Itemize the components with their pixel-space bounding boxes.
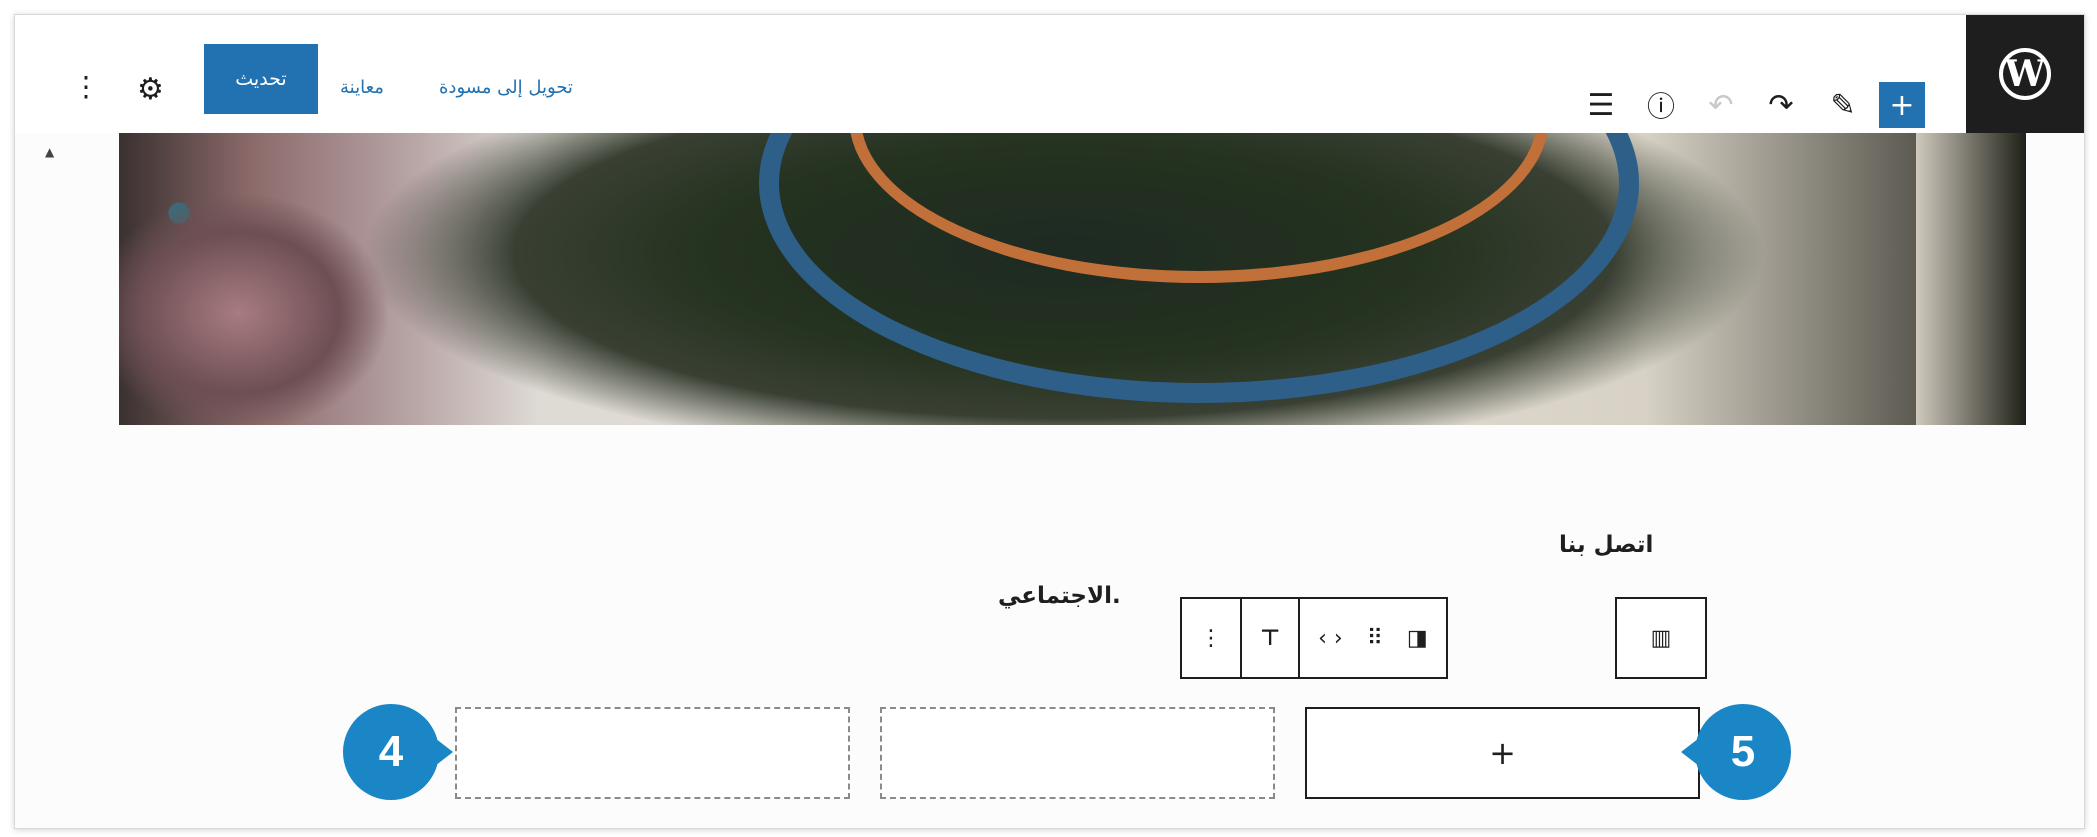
list-view-icon[interactable]: ☰ [1578, 82, 1624, 128]
cover-image[interactable] [119, 133, 2026, 425]
column-add-block-button[interactable]: + [1305, 707, 1700, 799]
align-top-icon[interactable]: ⊤ [1260, 626, 1280, 651]
add-block-button[interactable]: + [1879, 82, 1925, 128]
callout-4-number: 4 [343, 704, 439, 800]
settings-gear-icon[interactable]: ⚙ [137, 72, 164, 107]
details-info-icon[interactable]: ⓘ [1638, 82, 1684, 128]
preview-link[interactable]: معاينة [340, 77, 384, 98]
cover-image-plant [119, 133, 439, 425]
editor-window: W + ✎ ↷ ↶ ⓘ ☰ تحويل إلى مسودة معاينة تحد… [14, 14, 2085, 829]
block-toolbar-move-group: ‹ › ⠿ ◨ [1300, 599, 1446, 677]
cover-image-shadow [1916, 133, 2026, 425]
column-placeholder-middle[interactable] [880, 707, 1275, 799]
update-button[interactable]: تحديث [204, 44, 318, 114]
scroll-up-arrow-icon[interactable]: ▲ [45, 145, 54, 159]
callout-5-number: 5 [1695, 704, 1791, 800]
redo-icon[interactable]: ↷ [1758, 82, 1804, 128]
options-kebab-icon[interactable]: ⋮ [72, 70, 100, 103]
contact-paragraph[interactable]: الاجتماعي. [998, 583, 1121, 609]
block-toolbar-align-group: ⊤ [1242, 599, 1301, 677]
contact-heading[interactable]: اتصل بنا [1559, 532, 1653, 558]
contact-paragraph-visible: الاجتماعي. [998, 583, 1121, 609]
callout-4: 4 [343, 704, 453, 800]
block-toolbar: ⋮ ⊤ ‹ › ⠿ ◨ [1180, 597, 1448, 679]
switch-to-draft-link[interactable]: تحويل إلى مسودة [439, 77, 573, 98]
wordpress-logo-icon[interactable]: W [1966, 15, 2084, 133]
columns-block-icon[interactable]: ▥ [1615, 597, 1707, 679]
drag-handle-icon[interactable]: ⠿ [1367, 626, 1383, 651]
move-arrows-icon[interactable]: ‹ › [1318, 626, 1343, 651]
callout-5: 5 [1681, 704, 1791, 800]
undo-icon[interactable]: ↶ [1698, 82, 1744, 128]
editor-top-toolbar: W + ✎ ↷ ↶ ⓘ ☰ تحويل إلى مسودة معاينة تحد… [15, 15, 2084, 133]
column-placeholder-left[interactable] [455, 707, 850, 799]
more-options-icon[interactable]: ⋮ [1200, 626, 1222, 651]
block-toolbar-more-group: ⋮ [1182, 599, 1242, 677]
column-block-icon[interactable]: ◨ [1407, 626, 1428, 651]
edit-tool-icon[interactable]: ✎ [1820, 82, 1866, 128]
